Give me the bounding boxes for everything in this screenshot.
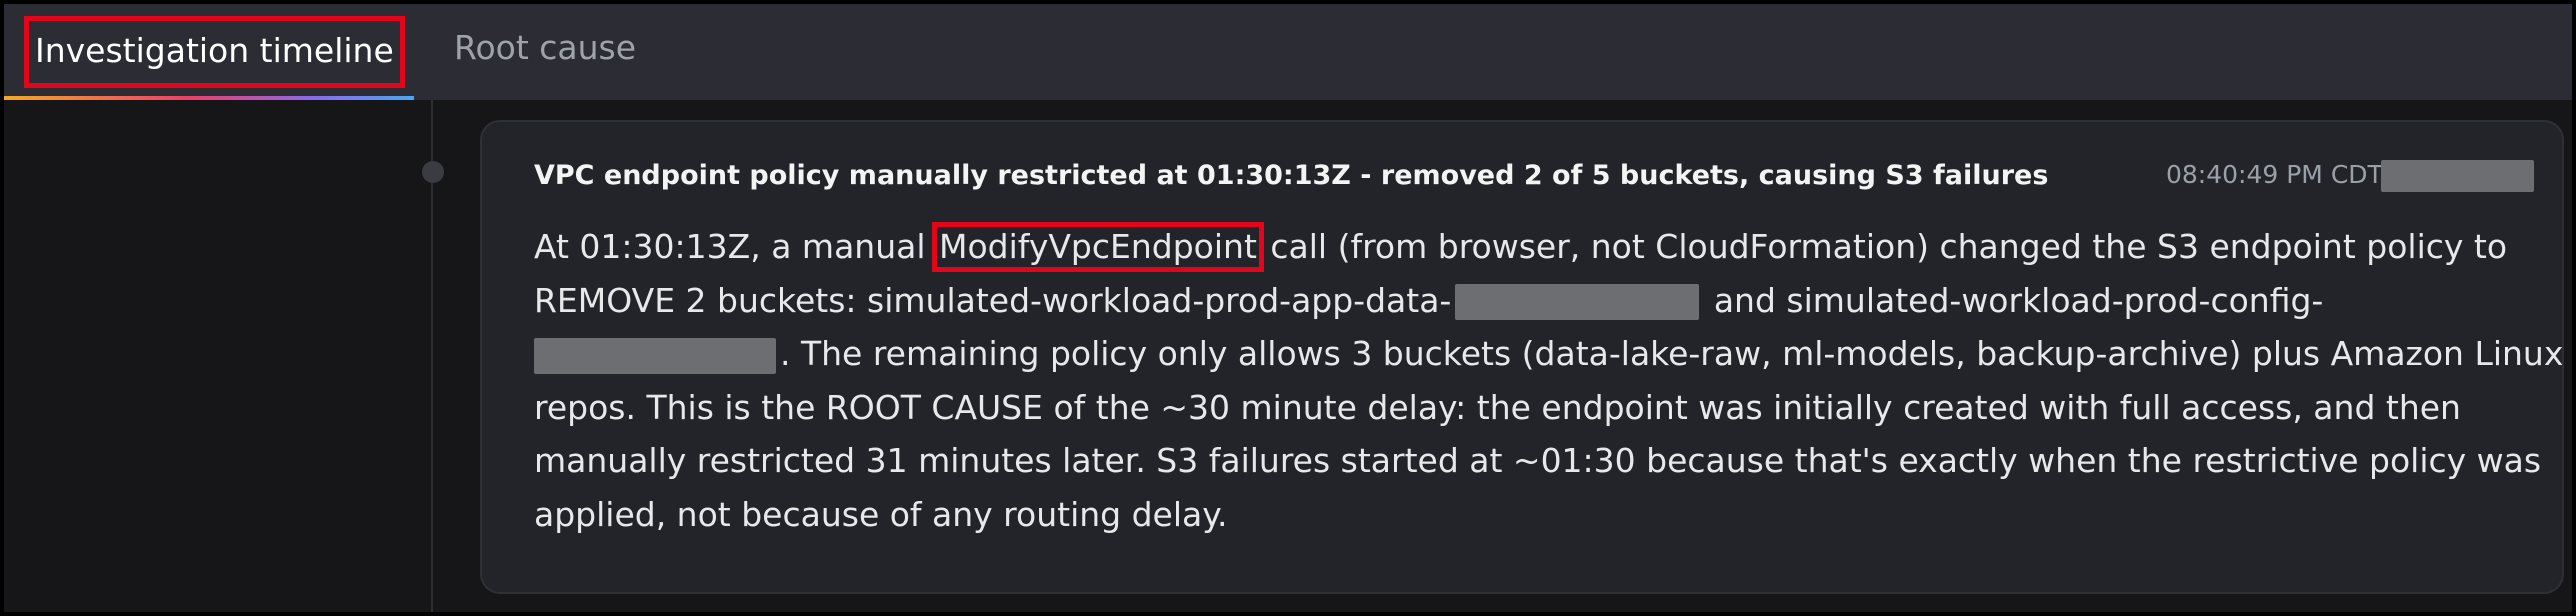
- description-line: applied, not because of any routing dela…: [534, 494, 1228, 534]
- tab-investigation-timeline[interactable]: Investigation timeline: [4, 4, 414, 100]
- description-line: REMOVE 2 buckets: simulated-workload-pro…: [534, 274, 2534, 328]
- description-text: call (from browser, not CloudFormation) …: [1259, 227, 2508, 266]
- description-text: . The remaining policy only allows 3 buc…: [780, 334, 2564, 374]
- redacted-value: [2381, 160, 2534, 192]
- tab-root-cause[interactable]: Root cause: [454, 4, 636, 100]
- redacted-value: [1455, 284, 1700, 321]
- description-line: At 01:30:13Z, a manual ModifyVpcEndpoint…: [534, 220, 2534, 274]
- description-text: and simulated-workload-prod-config-: [1703, 280, 2324, 320]
- event-title: VPC endpoint policy manually restricted …: [534, 160, 2049, 191]
- timeline-dot-icon: [422, 161, 444, 183]
- tab-bar: Investigation timeline Root cause: [4, 4, 2572, 100]
- redacted-value: [534, 337, 776, 374]
- tab-label: Root cause: [454, 28, 637, 67]
- description-text: REMOVE 2 buckets: simulated-workload-pro…: [534, 280, 1452, 320]
- event-description: At 01:30:13Z, a manual ModifyVpcEndpoint…: [534, 220, 2563, 542]
- description-line: . The remaining policy only allows 3 buc…: [534, 327, 2563, 381]
- description-text: At 01:30:13Z, a manual: [534, 227, 937, 266]
- active-tab-indicator: [4, 96, 414, 100]
- highlighted-api-call: ModifyVpcEndpoint: [932, 222, 1264, 272]
- description-line: manually restricted 31 minutes later. S3…: [534, 441, 2542, 481]
- description-line: repos. This is the ROOT CAUSE of the ~30…: [534, 387, 2461, 427]
- event-timestamp: 08:40:49 PM CDT: [2166, 160, 2383, 189]
- timeline-event-card: VPC endpoint policy manually restricted …: [480, 120, 2564, 594]
- app-frame: Investigation timeline Root cause VPC en…: [0, 0, 2576, 616]
- tab-label: Investigation timeline: [24, 16, 405, 88]
